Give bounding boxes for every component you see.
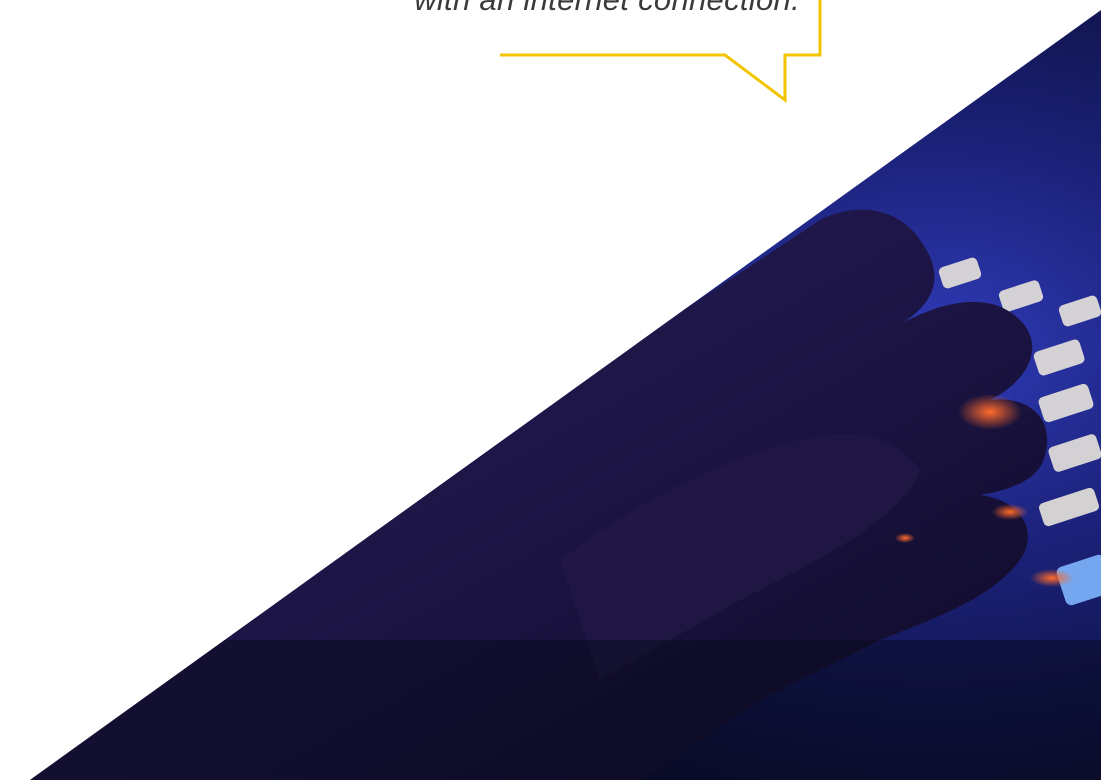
keyboard-photo xyxy=(30,10,1101,780)
page: with an internet connection. xyxy=(0,0,1101,780)
callout-text: with an internet connection. xyxy=(300,0,800,18)
